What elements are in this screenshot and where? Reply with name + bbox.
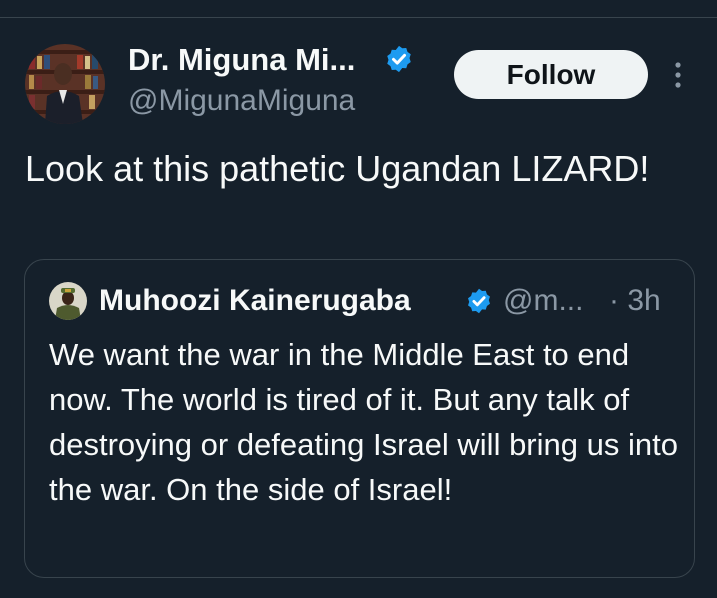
top-divider <box>0 17 717 18</box>
author-display-name[interactable]: Dr. Miguna Mi... <box>128 41 355 79</box>
follow-button[interactable]: Follow <box>454 50 648 99</box>
quoted-verified-badge-icon <box>468 288 490 314</box>
tweet-text: Look at this pathetic Ugandan LIZARD! <box>25 148 650 189</box>
quoted-author-avatar[interactable] <box>49 282 87 320</box>
quoted-author-handle[interactable]: @m... <box>503 282 583 320</box>
quoted-tweet-card[interactable]: Muhoozi Kainerugaba @m... · 3h We want t… <box>24 259 695 578</box>
more-vertical-icon[interactable] <box>671 60 685 90</box>
author-handle[interactable]: @MigunaMiguna <box>128 83 355 119</box>
verified-badge-icon <box>387 45 411 73</box>
quoted-tweet-text: We want the war in the Middle East to en… <box>49 337 678 507</box>
quoted-author-display-name[interactable]: Muhoozi Kainerugaba <box>99 282 411 320</box>
tweet-view: Dr. Miguna Mi... @MigunaMiguna Follow Lo… <box>0 0 717 598</box>
author-avatar[interactable] <box>25 44 105 124</box>
quoted-tweet-timestamp[interactable]: · 3h <box>609 282 661 320</box>
